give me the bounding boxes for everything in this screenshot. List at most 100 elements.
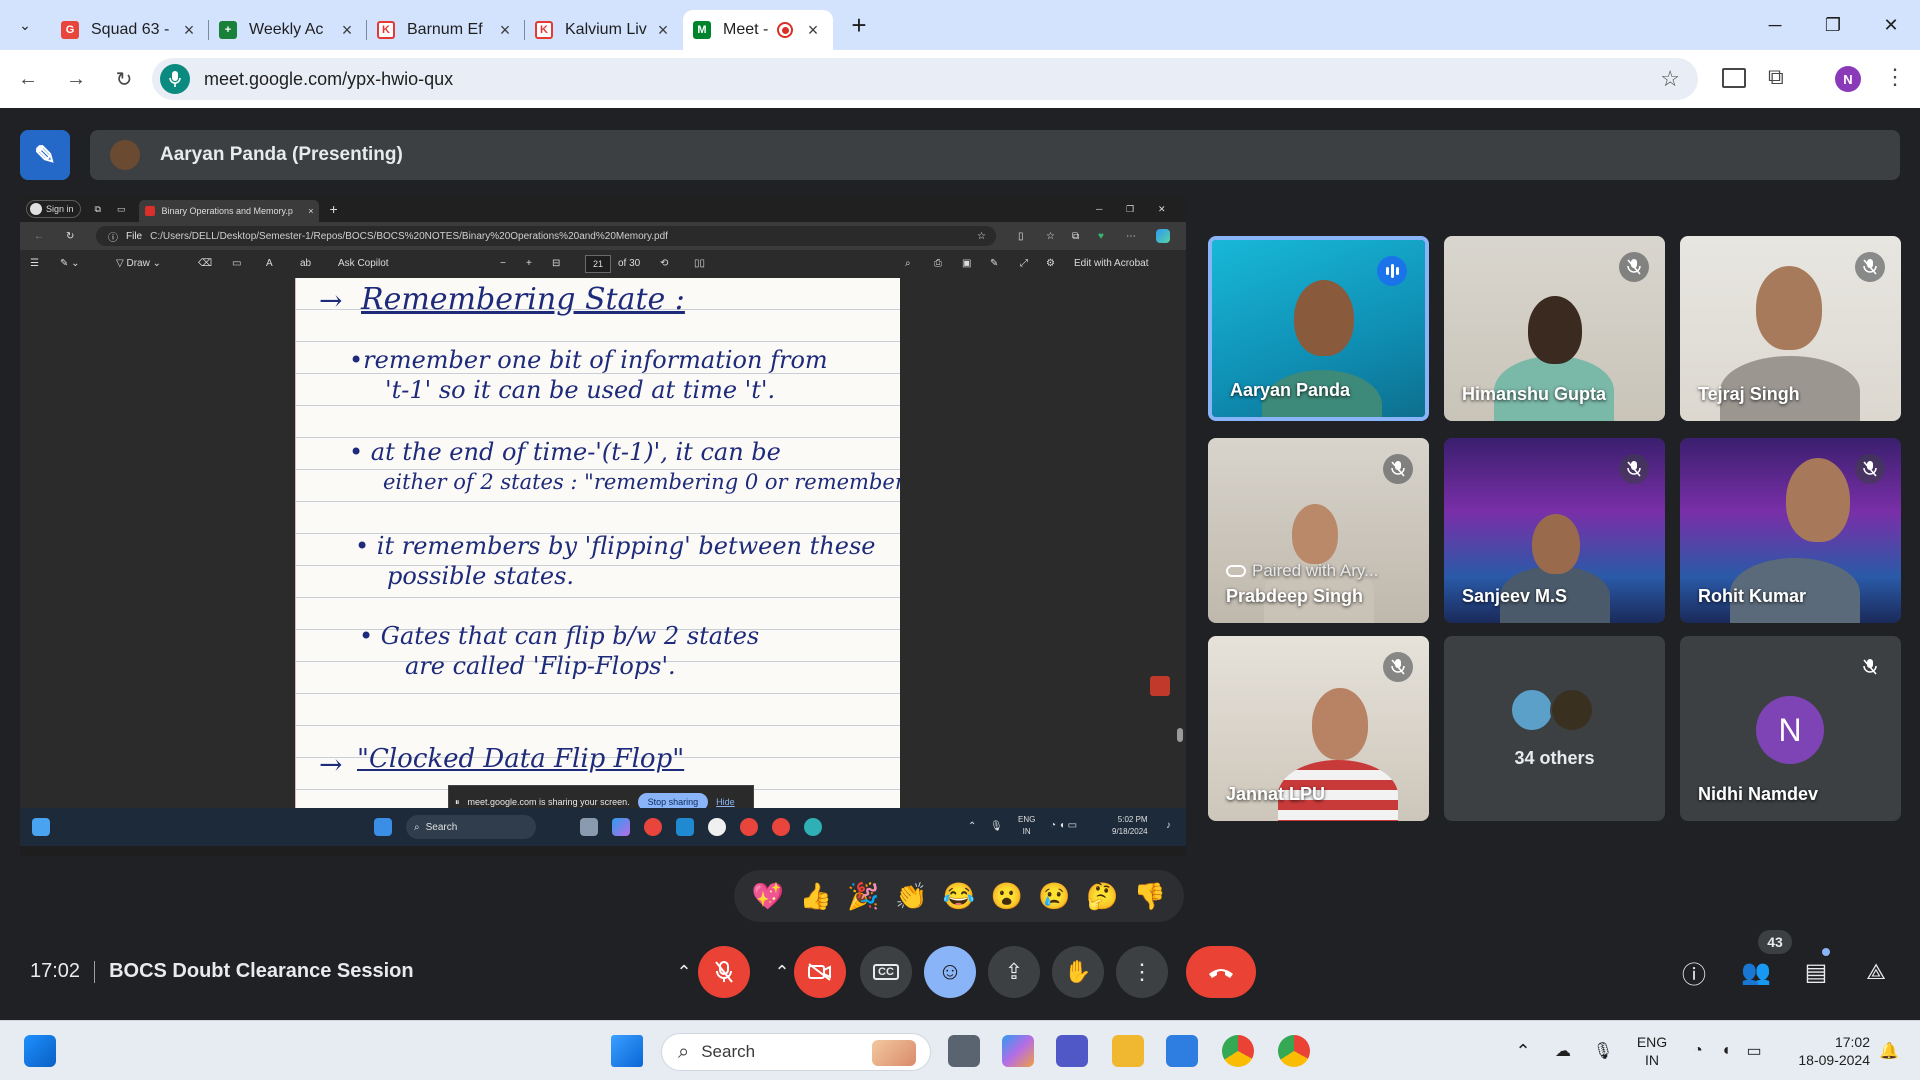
- pdf-scrollbar[interactable]: [1177, 728, 1183, 742]
- file-explorer-icon[interactable]: [1112, 1035, 1144, 1067]
- battery-icon[interactable]: ▭: [1740, 1021, 1768, 1080]
- participant-tile-rohit[interactable]: Rohit Kumar: [1680, 438, 1901, 623]
- microphone-icon[interactable]: 🎙: [990, 821, 1003, 832]
- onedrive-icon[interactable]: ☁: [1548, 1021, 1578, 1080]
- chevron-up-icon[interactable]: ⌃: [1508, 1021, 1538, 1080]
- forward-button[interactable]: →: [56, 59, 96, 99]
- edit-with-acrobat-button[interactable]: Edit with Acrobat: [1074, 258, 1148, 269]
- close-icon[interactable]: ✕: [1158, 204, 1166, 215]
- windows-start-icon[interactable]: [611, 1035, 643, 1067]
- new-tab-button[interactable]: +: [841, 10, 877, 41]
- menu-kebab-icon[interactable]: ⋮: [1884, 64, 1906, 90]
- close-tab-icon[interactable]: ×: [653, 20, 673, 41]
- print-icon[interactable]: ⎙: [934, 258, 942, 269]
- windows-start-icon[interactable]: [374, 818, 392, 836]
- microphone-toggle-button[interactable]: [698, 946, 750, 998]
- widgets-icon[interactable]: [24, 1035, 56, 1067]
- reaction-thinking[interactable]: 🤔: [1086, 881, 1118, 912]
- cast-icon[interactable]: [1722, 68, 1746, 88]
- fit-page-icon[interactable]: ⊟: [552, 258, 560, 269]
- fullscreen-icon[interactable]: ⤢: [1020, 258, 1028, 269]
- participant-tile-aaryan[interactable]: Aaryan Panda: [1208, 236, 1429, 421]
- draw-button[interactable]: ▽ Draw ⌄: [116, 258, 161, 269]
- widgets-icon[interactable]: [32, 818, 50, 836]
- inner-search-box[interactable]: ⌕ Search: [406, 815, 536, 839]
- tab-search-button[interactable]: ⌄: [9, 9, 41, 41]
- vscode-icon[interactable]: [676, 818, 694, 836]
- chrome-icon[interactable]: [772, 818, 790, 836]
- collections-icon[interactable]: ⧉: [1072, 231, 1079, 242]
- chrome-icon[interactable]: [1278, 1035, 1310, 1067]
- browser-tab-squad[interactable]: G Squad 63 - ×: [51, 10, 209, 50]
- wifi-volume-battery-icons[interactable]: ◔ ◖ ▭: [1050, 820, 1077, 831]
- audio-options-button[interactable]: ⌃: [666, 946, 702, 998]
- more-options-button[interactable]: ⋮: [1116, 946, 1168, 998]
- rotate-icon[interactable]: ⟲: [660, 258, 668, 269]
- hide-link[interactable]: Hide: [716, 797, 735, 807]
- close-tab-icon[interactable]: ×: [337, 20, 357, 41]
- notification-bell-icon[interactable]: 🔔: [1876, 1021, 1902, 1080]
- chevron-up-icon[interactable]: ⌃: [968, 821, 976, 832]
- ask-copilot-button[interactable]: Ask Copilot: [338, 258, 389, 269]
- wifi-icon[interactable]: ◔: [1684, 1021, 1712, 1080]
- tab-actions-icon[interactable]: ▭: [117, 204, 126, 215]
- close-tab-icon[interactable]: ×: [495, 20, 515, 41]
- meeting-details-button[interactable]: ⓘ: [1674, 952, 1714, 992]
- reaction-thumbs-down[interactable]: 👎: [1134, 881, 1166, 912]
- contents-icon[interactable]: ☰: [30, 258, 39, 269]
- taskbar-clock[interactable]: 17:02 18-09-2024: [1780, 1033, 1870, 1069]
- acrobat-icon[interactable]: [1150, 676, 1170, 696]
- activities-button[interactable]: ⟁: [1856, 952, 1896, 992]
- restore-icon[interactable]: ❐: [1126, 204, 1134, 215]
- people-button[interactable]: 👥: [1736, 952, 1776, 992]
- back-icon[interactable]: ←: [34, 231, 44, 242]
- edge-signin-button[interactable]: Sign in: [26, 200, 81, 218]
- captions-button[interactable]: CC: [860, 946, 912, 998]
- copilot-icon[interactable]: [612, 818, 630, 836]
- split-screen-icon[interactable]: ▯: [1018, 231, 1024, 242]
- view-icon[interactable]: ▭: [232, 258, 241, 269]
- bookmark-star-icon[interactable]: ☆: [1660, 66, 1680, 92]
- reaction-surprised[interactable]: 😮: [991, 881, 1023, 912]
- reaction-heart[interactable]: 💖: [752, 881, 784, 912]
- chat-button[interactable]: ▤: [1796, 952, 1836, 992]
- copilot-icon[interactable]: [1156, 229, 1170, 243]
- reaction-party[interactable]: 🎉: [847, 881, 879, 912]
- meet-companion-icon[interactable]: ✎: [20, 130, 70, 180]
- browser-tab-weekly[interactable]: + Weekly Ac ×: [209, 10, 367, 50]
- zoom-out-icon[interactable]: −: [500, 258, 506, 269]
- read-aloud-icon[interactable]: A: [266, 258, 273, 269]
- inner-lang[interactable]: ENG IN: [1018, 814, 1035, 838]
- save-as-icon[interactable]: ✎: [990, 258, 998, 269]
- microphone-icon[interactable]: 🎙: [1588, 1021, 1618, 1080]
- participant-tile-prabdeep[interactable]: Paired with Ary... Prabdeep Singh: [1208, 438, 1429, 623]
- chrome-icon[interactable]: [644, 818, 662, 836]
- teams-icon[interactable]: [1056, 1035, 1088, 1067]
- task-view-icon[interactable]: [948, 1035, 980, 1067]
- browser-tab-kalvium[interactable]: K Kalvium Liv ×: [525, 10, 683, 50]
- close-tab-icon[interactable]: ×: [179, 20, 199, 41]
- inner-clock[interactable]: 5:02 PM 9/18/2024: [1112, 814, 1148, 838]
- zoom-in-icon[interactable]: +: [526, 258, 532, 269]
- chrome-icon[interactable]: [1222, 1035, 1254, 1067]
- minimize-button[interactable]: ─: [1746, 0, 1804, 50]
- participant-tile-jannat[interactable]: Jannat LPU: [1208, 636, 1429, 821]
- github-icon[interactable]: [708, 818, 726, 836]
- workspaces-icon[interactable]: ⧉: [95, 204, 101, 215]
- translate-icon[interactable]: ab: [300, 258, 311, 269]
- favorite-star-icon[interactable]: ☆: [977, 231, 986, 242]
- edge-icon[interactable]: [804, 818, 822, 836]
- minimize-icon[interactable]: ─: [1096, 204, 1102, 214]
- profile-avatar[interactable]: N: [1835, 66, 1861, 92]
- camera-toggle-button[interactable]: [794, 946, 846, 998]
- page-number-input[interactable]: 21: [585, 255, 611, 273]
- participant-tile-himanshu[interactable]: Himanshu Gupta: [1444, 236, 1665, 421]
- new-tab-icon[interactable]: +: [329, 201, 337, 217]
- raise-hand-button[interactable]: ✋: [1052, 946, 1104, 998]
- taskbar-search-box[interactable]: ⌕ Search: [661, 1033, 931, 1071]
- close-tab-icon[interactable]: ×: [308, 206, 313, 216]
- browser-tab-meet[interactable]: M Meet - ×: [683, 10, 833, 50]
- store-icon[interactable]: [1166, 1035, 1198, 1067]
- reload-button[interactable]: ↻: [104, 59, 144, 99]
- reaction-sad[interactable]: 😢: [1038, 881, 1070, 912]
